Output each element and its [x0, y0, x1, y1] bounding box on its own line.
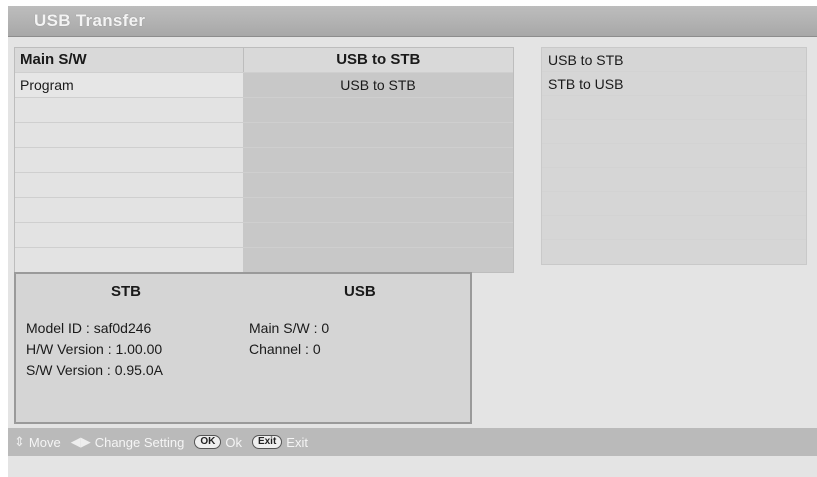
list-item: [542, 192, 806, 216]
stb-heading: STB: [111, 283, 141, 300]
table-row: [15, 198, 513, 223]
setting-value[interactable]: USB to STB: [242, 48, 513, 72]
ok-key-icon: OK: [194, 435, 222, 449]
list-item: [542, 96, 806, 120]
usb-transfer-screen: USB Transfer Main S/W USB to STB Program…: [8, 6, 817, 477]
help-exit-label: Exit: [286, 434, 308, 450]
table-row: [15, 123, 513, 148]
window-title: USB Transfer: [34, 11, 146, 30]
left-right-arrow-icon: ◀▶: [70, 434, 91, 449]
table-row: [15, 248, 513, 272]
help-exit[interactable]: Exit Exit: [251, 434, 308, 450]
list-item: [542, 144, 806, 168]
info-panel: STB USB Model ID : saf0d246 H/W Version …: [14, 272, 472, 424]
table-row-program[interactable]: Program USB to STB: [15, 73, 513, 98]
list-item: [542, 120, 806, 144]
table-row: [15, 173, 513, 198]
help-bar: ⇕ Move ◀▶ Change Setting OK Ok Exit Exit: [8, 428, 817, 456]
option-stb-to-usb[interactable]: STB to USB: [542, 72, 806, 96]
help-change-setting: ◀▶ Change Setting: [71, 434, 185, 450]
usb-main-sw: Main S/W : 0: [249, 320, 330, 336]
table-row: [15, 98, 513, 123]
table-row-main-sw[interactable]: Main S/W USB to STB: [15, 48, 513, 73]
list-item: [542, 168, 806, 192]
table-row: [15, 148, 513, 173]
help-change-setting-label: Change Setting: [94, 434, 185, 450]
table-row: [15, 223, 513, 248]
settings-table: Main S/W USB to STB Program USB to STB: [14, 47, 514, 273]
exit-key-icon: Exit: [251, 435, 283, 449]
title-bar: USB Transfer: [8, 6, 817, 37]
up-down-arrow-icon: ⇕: [14, 434, 25, 449]
usb-heading: USB: [344, 283, 376, 300]
setting-label: Program: [15, 73, 243, 97]
model-id: Model ID : saf0d246: [26, 320, 152, 336]
sw-version: S/W Version : 0.95.0A: [26, 362, 163, 378]
usb-channel: Channel : 0: [249, 341, 321, 357]
option-usb-to-stb[interactable]: USB to STB: [542, 48, 806, 72]
help-ok[interactable]: OK Ok: [194, 435, 242, 450]
help-ok-label: Ok: [225, 434, 242, 450]
option-list: USB to STB STB to USB: [541, 47, 807, 265]
list-item: [542, 240, 806, 264]
help-move-label: Move: [28, 434, 61, 450]
setting-label: Main S/W: [15, 48, 243, 72]
help-move: ⇕ Move: [14, 434, 61, 450]
hw-version: H/W Version : 1.00.00: [26, 341, 163, 357]
list-item: [542, 216, 806, 240]
setting-value[interactable]: USB to STB: [243, 73, 513, 97]
